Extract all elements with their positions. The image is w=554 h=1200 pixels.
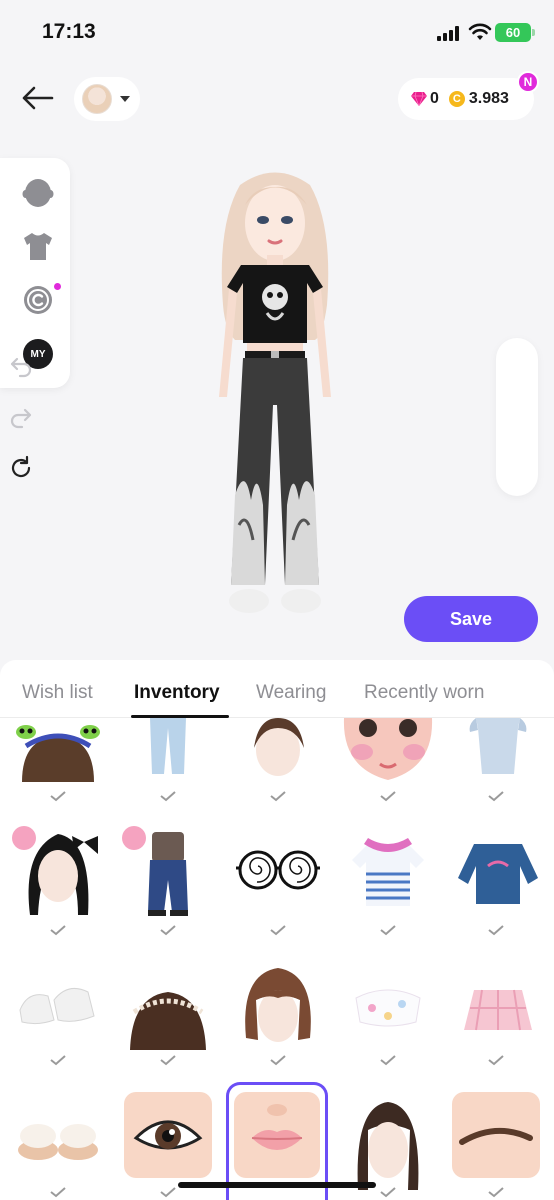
category-face[interactable] [22,176,54,208]
inventory-item-pink-blush-face[interactable] [338,718,438,782]
inventory-item-floral-crop-top[interactable] [338,960,438,1060]
inventory-item-light-blue-dress[interactable] [448,718,548,776]
inventory-item-denim-overalls-outfit[interactable] [118,820,218,920]
owned-check-icon [488,1055,504,1066]
inventory-item-white-sneakers[interactable] [8,960,108,1060]
inventory-item-pearl-headband-hair[interactable] [118,960,218,1060]
save-button[interactable]: Save [404,596,538,642]
head-icon [22,179,54,207]
owned-check-icon [488,791,504,802]
copyright-icon [24,286,52,314]
inventory-item-striped-tee-with-sweater[interactable] [338,820,438,920]
owned-check-icon [50,1055,66,1066]
tshirt-icon [24,233,52,260]
eyebrow-icon [459,1127,533,1145]
undo-icon[interactable] [8,353,34,379]
inventory-item-short-hair-bun[interactable] [228,718,328,782]
coin-count: 3.983 [468,90,509,107]
inventory-item-long-dark-hair[interactable] [338,1090,438,1190]
inventory-item-alien-headband-hair[interactable] [8,718,108,782]
tab-wish-list[interactable]: Wish list [22,682,93,704]
category-clothes[interactable] [22,230,54,262]
owned-check-icon [488,1187,504,1198]
avatar [82,84,112,114]
avatar-switcher[interactable] [74,77,140,121]
inventory-item-bob-hair-bangs[interactable] [228,960,328,1060]
gem-icon [411,92,427,106]
owned-check-icon [50,925,66,936]
inventory-item-brown-eyebrows[interactable] [452,1092,540,1178]
tab-recently-worn[interactable]: Recently worn [364,682,484,704]
reset-icon[interactable] [8,455,34,481]
new-badge-dot [54,283,61,290]
category-creator[interactable] [22,284,54,316]
owned-check-icon [380,1055,396,1066]
gem-count: 0 [430,90,439,107]
inventory-item-pink-plaid-skirt[interactable] [448,960,548,1060]
status-bar: 17:13 60 [0,0,554,66]
owned-check-icon [160,1187,176,1198]
owned-check-icon [160,791,176,802]
owned-check-icon [270,925,286,936]
tab-bar: Wish list Inventory Wearing Recently wor… [0,660,554,718]
inventory-item-black-hair-bow[interactable] [8,820,108,920]
inventory-item-fluffy-slippers[interactable] [8,1090,108,1190]
tool-panel [496,338,538,496]
tab-wearing[interactable]: Wearing [256,682,326,704]
wifi-icon [468,23,492,40]
owned-check-icon [270,791,286,802]
currency-balance[interactable]: 0 C 3.983 [398,78,534,120]
notification-badge[interactable]: N [517,71,539,93]
owned-check-icon [160,925,176,936]
redo-icon[interactable] [8,404,34,430]
owned-check-icon [488,925,504,936]
battery-indicator: 60 [495,23,535,42]
owned-check-icon [270,1055,286,1066]
tab-inventory[interactable]: Inventory [134,682,220,704]
owned-check-icon [380,791,396,802]
coin-icon: C [448,91,465,107]
inventory-item-brown-eyes[interactable] [124,1092,212,1178]
status-time: 17:13 [42,20,96,43]
owned-check-icon [50,791,66,802]
chevron-down-icon [120,96,130,102]
inventory-item-blue-sweatshirt[interactable] [448,820,548,920]
avatar-3d-figure [219,172,331,613]
owned-check-icon [50,1187,66,1198]
owned-check-icon [380,1187,396,1198]
cellular-signal-icon [437,26,461,41]
owned-check-icon [160,1055,176,1066]
inventory-item-light-jeans[interactable] [118,718,218,778]
coin-symbol: C [452,93,461,105]
eye-icon [133,1120,203,1150]
inventory-item-spiral-glasses[interactable] [228,820,328,920]
owned-check-icon [380,925,396,936]
battery-level: 60 [505,25,521,40]
home-indicator[interactable] [178,1182,376,1188]
back-button[interactable] [20,82,56,114]
